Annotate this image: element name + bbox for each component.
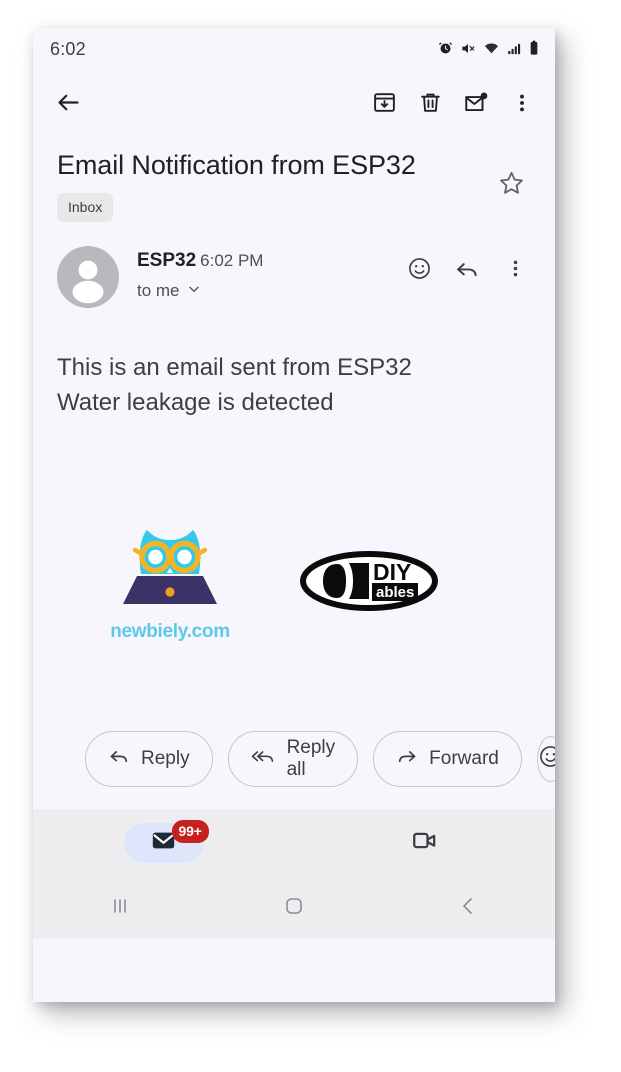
newbiely-owl-icon (123, 530, 217, 604)
forward-arrow-icon (396, 745, 418, 773)
recents-button[interactable] (33, 877, 207, 939)
avatar[interactable] (57, 246, 119, 308)
nav-tab-mail[interactable]: 99+ (33, 809, 294, 877)
emoji-smiley-icon (407, 256, 432, 286)
wifi-icon (483, 41, 500, 56)
signal-icon (507, 41, 522, 56)
body-line-1: This is an email sent from ESP32 (57, 354, 412, 381)
forward-button-label: Forward (429, 748, 499, 769)
email-toolbar (33, 76, 555, 134)
battery-icon (529, 40, 539, 56)
home-button[interactable] (207, 877, 381, 939)
more-options-button[interactable] (499, 83, 545, 127)
nav-pill-mail[interactable]: 99+ (123, 820, 209, 863)
reply-button[interactable]: Reply (85, 731, 213, 787)
logo-row: newbiely.com DIY ables (33, 524, 555, 643)
emoji-reaction-button[interactable] (536, 736, 555, 782)
reply-all-button-label: Reply all (286, 737, 336, 780)
diyables-logo: DIY ables (299, 550, 439, 617)
trash-icon (418, 90, 443, 120)
sender-actions (397, 244, 537, 292)
svg-text:ables: ables (376, 584, 414, 601)
label-chip-inbox[interactable]: Inbox (57, 193, 114, 222)
back-button-nav[interactable] (381, 877, 555, 939)
forward-button[interactable]: Forward (373, 731, 522, 787)
newbiely-logo: newbiely.com (107, 524, 233, 643)
email-body: This is an email sent from ESP32 Water l… (33, 308, 555, 420)
back-chevron-icon (456, 894, 480, 923)
status-icon-group (438, 40, 539, 56)
android-navigation-bar (33, 877, 555, 939)
reply-all-button[interactable]: Reply all (227, 731, 359, 787)
sender-name: ESP32 (137, 250, 197, 271)
chevron-down-icon (187, 281, 201, 301)
phone-screenshot: 6:02 Email Notification from ESP32 Inbox… (33, 28, 555, 1002)
nav-tab-meet[interactable] (294, 809, 555, 877)
more-vertical-icon (511, 92, 533, 119)
reply-button-label: Reply (141, 748, 190, 769)
mute-icon (460, 41, 476, 56)
sender-info: ESP32 6:02 PM to me (137, 244, 397, 301)
page-title: Email Notification from ESP32 (57, 150, 416, 180)
archive-button[interactable] (361, 83, 407, 127)
subject-column: Email Notification from ESP32 Inbox (57, 148, 489, 222)
status-clock: 6:02 (50, 39, 86, 59)
back-button[interactable] (47, 84, 89, 126)
reply-all-arrow-icon (251, 745, 276, 773)
reply-icon-button[interactable] (445, 250, 489, 292)
reply-arrow-icon (108, 745, 130, 773)
svg-text:DIY: DIY (373, 559, 411, 585)
status-bar: 6:02 (33, 28, 555, 76)
page-root: 6:02 Email Notification from ESP32 Inbox… (0, 0, 621, 1072)
recipient-row[interactable]: to me (137, 281, 397, 301)
body-line-2: Water leakage is detected (57, 389, 334, 416)
emoji-smiley-icon (538, 744, 555, 774)
add-reaction-button[interactable] (397, 250, 441, 292)
alarm-icon (438, 41, 453, 56)
diyables-logo-icon: DIY ables (300, 551, 438, 611)
star-outline-icon (497, 169, 526, 203)
nav-pill-meet[interactable] (385, 823, 465, 863)
more-vertical-icon (505, 258, 526, 284)
subject-row: Email Notification from ESP32 Inbox (33, 134, 555, 222)
newbiely-label: newbiely.com (110, 621, 230, 642)
delete-button[interactable] (407, 83, 453, 127)
sender-line: ESP32 6:02 PM (137, 250, 397, 272)
video-camera-icon (410, 826, 439, 860)
mark-unread-button[interactable] (453, 83, 499, 127)
message-more-button[interactable] (493, 250, 537, 292)
back-arrow-icon (55, 89, 82, 121)
archive-icon (372, 90, 397, 120)
recents-icon (108, 894, 132, 923)
mail-badge: 99+ (171, 820, 209, 843)
sender-time: 6:02 PM (200, 251, 264, 270)
body-bottom-spacer (33, 787, 555, 809)
recipient-label: to me (137, 281, 180, 300)
reply-actions-row: Reply Reply all Forward (33, 731, 555, 787)
bottom-nav-bar: 99+ (33, 809, 555, 877)
sender-row: ESP32 6:02 PM to me (33, 222, 555, 308)
star-button[interactable] (489, 164, 533, 208)
mark-unread-icon (463, 90, 489, 121)
reply-arrow-icon (454, 256, 480, 287)
home-icon (282, 894, 306, 923)
